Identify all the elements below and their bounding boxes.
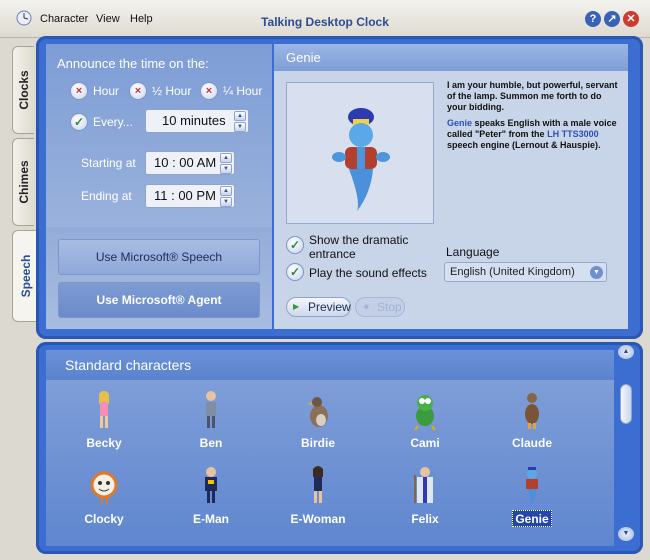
end-time-field[interactable]: 11 : 00 PM ▲ ▼ [145, 184, 235, 208]
genie-figure-icon [332, 108, 390, 211]
start-time-field[interactable]: 10 : 00 AM ▲ ▼ [145, 151, 235, 175]
birdie-figure-icon[interactable] [303, 390, 333, 432]
use-speech-button[interactable]: Use Microsoft® Speech [58, 239, 260, 275]
up-arrow-icon[interactable]: ▲ [220, 186, 232, 196]
character-label[interactable]: Felix [380, 512, 470, 526]
half-hour-radio[interactable]: × [129, 82, 147, 100]
character-preview [286, 82, 434, 224]
every-value: 10 minutes [162, 113, 226, 128]
half-hour-label: ½ Hour [152, 84, 192, 98]
quarter-hour-radio[interactable]: × [200, 82, 218, 100]
tab-speech[interactable]: Speech [12, 230, 38, 322]
clocky-figure-icon[interactable] [89, 465, 119, 507]
quarter-hour-label: ¼ Hour [223, 84, 263, 98]
character-quote: I am your humble, but powerful, servant … [447, 80, 618, 112]
up-arrow-icon[interactable]: ▲ [234, 111, 246, 121]
sound-effects-check[interactable]: ✓ [286, 263, 304, 281]
up-arrow-icon[interactable]: ▲ [220, 153, 232, 163]
ending-label: Ending at [81, 189, 132, 203]
character-description: Genie speaks English with a male voice c… [447, 118, 622, 151]
end-time-value: 11 : 00 PM [154, 188, 216, 203]
use-agent-button[interactable]: Use Microsoft® Agent [58, 282, 260, 318]
character-label[interactable]: Becky [59, 436, 149, 450]
tab-chimes[interactable]: Chimes [12, 138, 34, 226]
dramatic-entrance-label: Show the dramatic entrance [309, 233, 409, 261]
character-label[interactable]: Clocky [59, 512, 149, 526]
starting-label: Starting at [81, 156, 136, 170]
character-label[interactable]: Claude [487, 436, 577, 450]
start-time-spinner[interactable]: ▲ ▼ [220, 152, 232, 174]
characters-heading: Standard characters [65, 357, 192, 373]
character-label[interactable]: Birdie [273, 436, 363, 450]
preview-button[interactable]: ▶ Preview [286, 297, 351, 317]
e-man-figure-icon[interactable] [196, 465, 226, 507]
character-label-selected[interactable]: Genie [487, 512, 577, 526]
scrollbar-thumb[interactable] [620, 384, 632, 424]
every-label: Every... [93, 115, 133, 129]
scroll-up-button[interactable]: ▲ [618, 345, 634, 359]
tab-chimes-label: Chimes [16, 160, 31, 204]
language-label: Language [446, 245, 500, 259]
becky-figure-icon[interactable] [89, 390, 119, 432]
announce-label: Announce the time on the: [57, 56, 209, 71]
help-button[interactable]: ? [585, 11, 601, 27]
character-label[interactable]: E-Woman [273, 512, 363, 526]
close-button[interactable]: ✕ [623, 11, 639, 27]
claude-figure-icon[interactable] [517, 390, 547, 432]
chevron-down-icon[interactable]: ▼ [590, 266, 603, 279]
cami-figure-icon[interactable] [410, 390, 440, 432]
ben-figure-icon[interactable] [196, 390, 226, 432]
tab-clocks[interactable]: Clocks [12, 46, 34, 134]
window-title: Talking Desktop Clock [261, 15, 389, 29]
hour-label: Hour [93, 84, 120, 98]
every-spinner[interactable]: ▲ ▼ [234, 110, 246, 132]
character-header [274, 44, 628, 71]
desc-name: Genie [447, 118, 473, 128]
desc-engine: LH TTS3000 [547, 129, 599, 139]
language-select[interactable]: English (United Kingdom) ▼ [444, 262, 607, 282]
every-check[interactable]: ✓ [70, 113, 88, 131]
down-arrow-icon[interactable]: ▼ [234, 122, 246, 132]
genie-small-figure-icon[interactable] [517, 465, 547, 507]
restore-button[interactable]: ↗ [604, 11, 620, 27]
character-name: Genie [286, 50, 321, 65]
tab-speech-label: Speech [18, 254, 33, 298]
language-value: English (United Kingdom) [450, 266, 575, 278]
character-label[interactable]: Ben [166, 436, 256, 450]
dramatic-entrance-check[interactable]: ✓ [286, 236, 304, 254]
down-arrow-icon[interactable]: ▼ [220, 164, 232, 174]
play-icon: ▶ [293, 302, 300, 311]
desc-end: speech engine (Lernout & Hauspie). [447, 140, 601, 150]
title-bar: Character View Help Talking Desktop Cloc… [0, 0, 650, 38]
character-label[interactable]: Cami [380, 436, 470, 450]
stop-button[interactable]: ■ Stop [355, 297, 405, 317]
start-time-value: 10 : 00 AM [154, 155, 217, 170]
felix-figure-icon[interactable] [410, 465, 440, 507]
preview-label: Preview [308, 300, 351, 314]
sound-effects-label: Play the sound effects [309, 266, 427, 280]
tab-clocks-label: Clocks [16, 70, 31, 110]
every-interval-field[interactable]: 10 minutes ▲ ▼ [145, 109, 249, 133]
e-woman-figure-icon[interactable] [303, 465, 333, 507]
stop-label: Stop [377, 300, 402, 314]
hour-radio[interactable]: × [70, 82, 88, 100]
end-time-spinner[interactable]: ▲ ▼ [220, 185, 232, 207]
character-label[interactable]: E-Man [166, 512, 256, 526]
scroll-down-button[interactable]: ▼ [618, 527, 634, 541]
stop-icon: ■ [364, 302, 369, 311]
down-arrow-icon[interactable]: ▼ [220, 197, 232, 207]
